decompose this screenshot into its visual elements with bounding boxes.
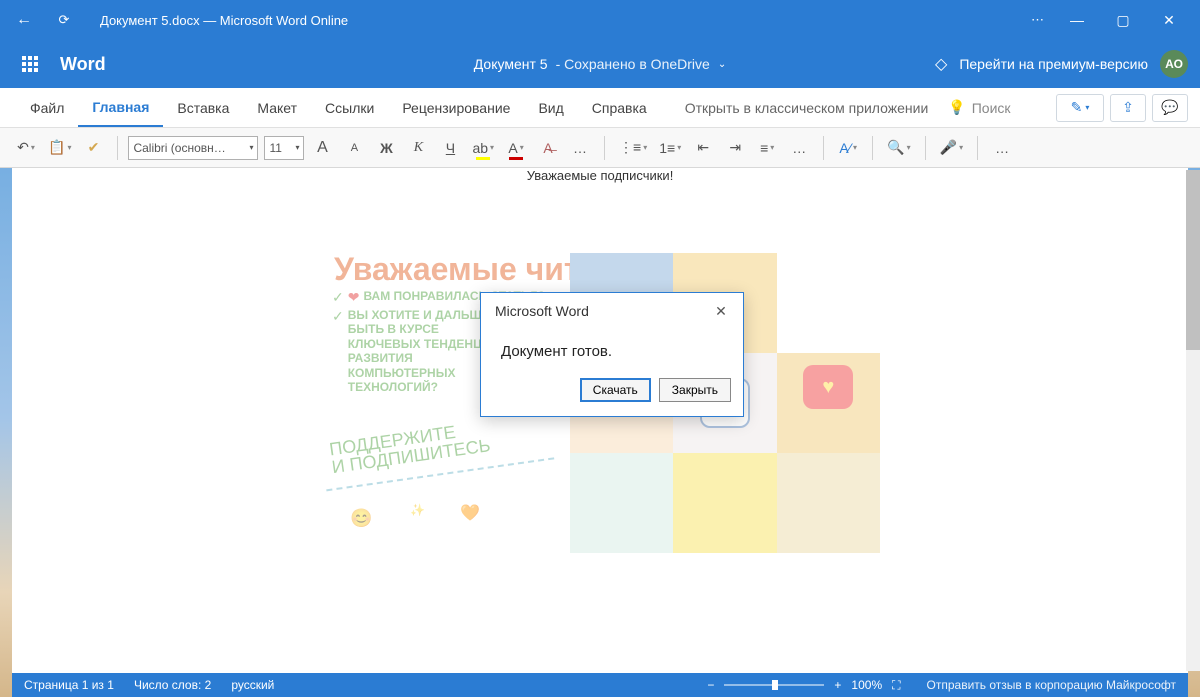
dialog-title: Microsoft Word (495, 303, 589, 319)
dialog-overlay: Microsoft Word ✕ Документ готов. Скачать… (0, 0, 1200, 697)
close-icon: ✕ (715, 303, 727, 320)
dialog-message: Документ готов. (481, 329, 743, 370)
download-button[interactable]: Скачать (580, 378, 651, 402)
close-button[interactable]: Закрыть (659, 378, 731, 402)
dialog-close-button[interactable]: ✕ (709, 299, 733, 323)
download-ready-dialog: Microsoft Word ✕ Документ готов. Скачать… (480, 292, 744, 417)
